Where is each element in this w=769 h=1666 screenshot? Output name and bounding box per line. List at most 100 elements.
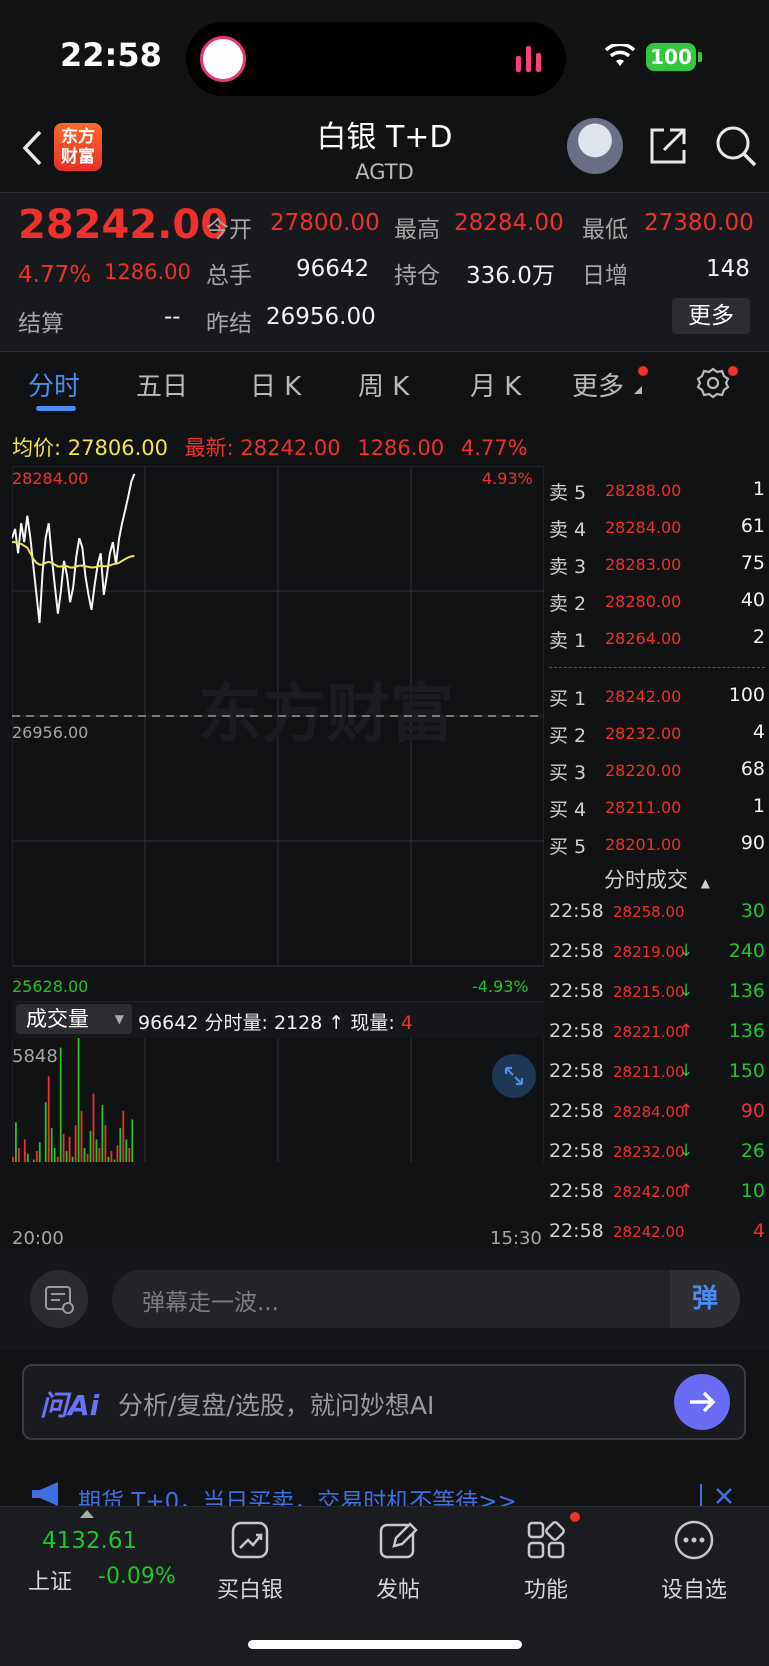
summary-change: 1286.00: [357, 436, 445, 460]
tab-five-day[interactable]: 五日: [136, 366, 188, 403]
tab-functions[interactable]: 功能: [491, 1572, 601, 1604]
volume-bar: [59, 1047, 62, 1162]
ask-row-4: 卖 4 28284.00 61: [549, 515, 765, 545]
tab-monthly-k[interactable]: 月 K: [470, 366, 521, 403]
trade-row: 22:58 28219.00 ↓ 240: [549, 940, 765, 970]
post-icon[interactable]: [376, 1518, 420, 1562]
intraday-chart[interactable]: 东方财富: [12, 466, 544, 1162]
volume-indicator-select[interactable]: 成交量 ▼: [16, 1004, 132, 1034]
promo-divider: [700, 1484, 702, 1506]
trade-price: 28221.00: [613, 1023, 685, 1041]
caret-up-icon: ▲: [700, 876, 710, 890]
volume-bar: [35, 1151, 38, 1162]
tab-add-watchlist[interactable]: 设自选: [639, 1572, 749, 1604]
minute-volume-label: 分时量:: [204, 1012, 268, 1034]
ask-price: 28284.00: [605, 518, 682, 537]
ask-side-label: 卖 2: [549, 593, 587, 615]
functions-badge: [570, 1512, 580, 1522]
volume-value: 96642: [296, 256, 370, 282]
trade-price: 28242.00: [613, 1223, 685, 1241]
dropdown-corner-icon: [634, 386, 642, 394]
arrow-right-icon: [690, 1391, 716, 1413]
trade-volume: 26: [740, 1140, 765, 1162]
position-label: 持仓: [394, 263, 440, 289]
trades-header[interactable]: 分时成交 ▲: [549, 864, 765, 894]
close-icon[interactable]: [714, 1486, 734, 1506]
buy-silver-icon[interactable]: [228, 1518, 272, 1562]
settle-value: --: [164, 304, 181, 330]
tab-buy-silver[interactable]: 买白银: [195, 1572, 305, 1604]
open-value: 27800.00: [270, 210, 380, 236]
ai-submit-button[interactable]: [674, 1374, 730, 1430]
tab-more[interactable]: 更多: [572, 366, 624, 403]
minute-volume: 2128: [273, 1012, 323, 1034]
tab-post[interactable]: 发帖: [343, 1572, 453, 1604]
volume-bar: [12, 1156, 14, 1162]
volume-bar: [50, 1128, 53, 1162]
volume-bar: [65, 1151, 68, 1162]
search-icon[interactable]: [714, 124, 758, 168]
tab-weekly-k[interactable]: 周 K: [358, 366, 409, 403]
trade-time: 22:58: [549, 1100, 604, 1122]
trade-volume: 10: [740, 1180, 765, 1202]
bid-row-4: 买 4 28211.00 1: [549, 795, 765, 825]
bid-side-label: 买 5: [549, 836, 587, 858]
volume-bar: [131, 1119, 134, 1162]
trade-time: 22:58: [549, 980, 604, 1002]
volume-bar: [119, 1128, 122, 1162]
volume-bar: [23, 1139, 26, 1162]
volume-total: 96642: [138, 1012, 199, 1034]
bid-side-label: 买 4: [549, 799, 587, 821]
latest-label: 最新:: [184, 436, 234, 460]
daily-increase-value: 148: [706, 256, 750, 282]
high-value: 28284.00: [454, 210, 564, 236]
price-line: [12, 473, 136, 624]
trade-row: 22:58 28221.00 ↑ 136: [549, 1020, 765, 1050]
settings-gear-icon[interactable]: [696, 366, 730, 400]
trade-time: 22:58: [549, 1020, 604, 1042]
trades-title: 分时成交: [604, 868, 689, 892]
app-activity-icon: [200, 36, 246, 82]
share-icon[interactable]: [646, 124, 690, 168]
trade-volume: 136: [728, 980, 765, 1002]
volume-bar: [62, 1133, 65, 1162]
ask-volume: 40: [740, 589, 765, 611]
volume-bar: [128, 1148, 131, 1162]
open-label: 今开: [206, 217, 252, 243]
tab-intraday[interactable]: 分时: [28, 366, 80, 403]
ai-assistant-robot-icon[interactable]: [567, 118, 623, 174]
change-value: 1286.00: [104, 260, 191, 284]
danmu-send-button[interactable]: 弹: [670, 1270, 740, 1328]
trade-row: 22:58 28232.00 ↓ 26: [549, 1140, 765, 1170]
trade-price: 28215.00: [613, 983, 685, 1001]
danmu-settings-icon: [45, 1286, 74, 1314]
ask-row-5: 卖 5 28288.00 1: [549, 478, 765, 508]
functions-grid-icon[interactable]: [524, 1518, 568, 1562]
add-watchlist-icon[interactable]: [672, 1518, 716, 1562]
ask-volume: 1: [752, 478, 765, 500]
index-change[interactable]: -0.09%: [98, 1564, 176, 1589]
volume-bar: [26, 1153, 29, 1162]
fullscreen-button[interactable]: [492, 1054, 536, 1098]
trade-volume: 4: [752, 1220, 765, 1242]
low-value: 27380.00: [644, 210, 754, 236]
index-name[interactable]: 上证: [28, 1564, 72, 1596]
up-arrow-icon: ↑: [679, 1101, 694, 1121]
trade-row: 22:58 28215.00 ↓ 136: [549, 980, 765, 1010]
down-arrow-icon: ↓: [679, 981, 694, 1001]
trade-time: 22:58: [549, 900, 604, 922]
bid-volume: 4: [752, 721, 765, 743]
trade-row: 22:58 28211.00 ↓ 150: [549, 1060, 765, 1090]
index-value[interactable]: 4132.61: [42, 1528, 137, 1554]
danmu-settings-button[interactable]: [30, 1270, 88, 1328]
bid-volume: 1: [752, 795, 765, 817]
bid-side-label: 买 2: [549, 725, 587, 747]
trade-row: 22:58 28284.00 ↑ 90: [549, 1100, 765, 1130]
quote-more-button[interactable]: 更多: [672, 298, 750, 334]
battery-nub: [698, 52, 702, 62]
battery-indicator: 100: [646, 43, 696, 71]
tab-daily-k[interactable]: 日 K: [250, 366, 301, 403]
volume-bar: [68, 1136, 71, 1162]
ask-volume: 2: [752, 626, 765, 648]
daily-increase-label: 日增: [582, 263, 628, 289]
